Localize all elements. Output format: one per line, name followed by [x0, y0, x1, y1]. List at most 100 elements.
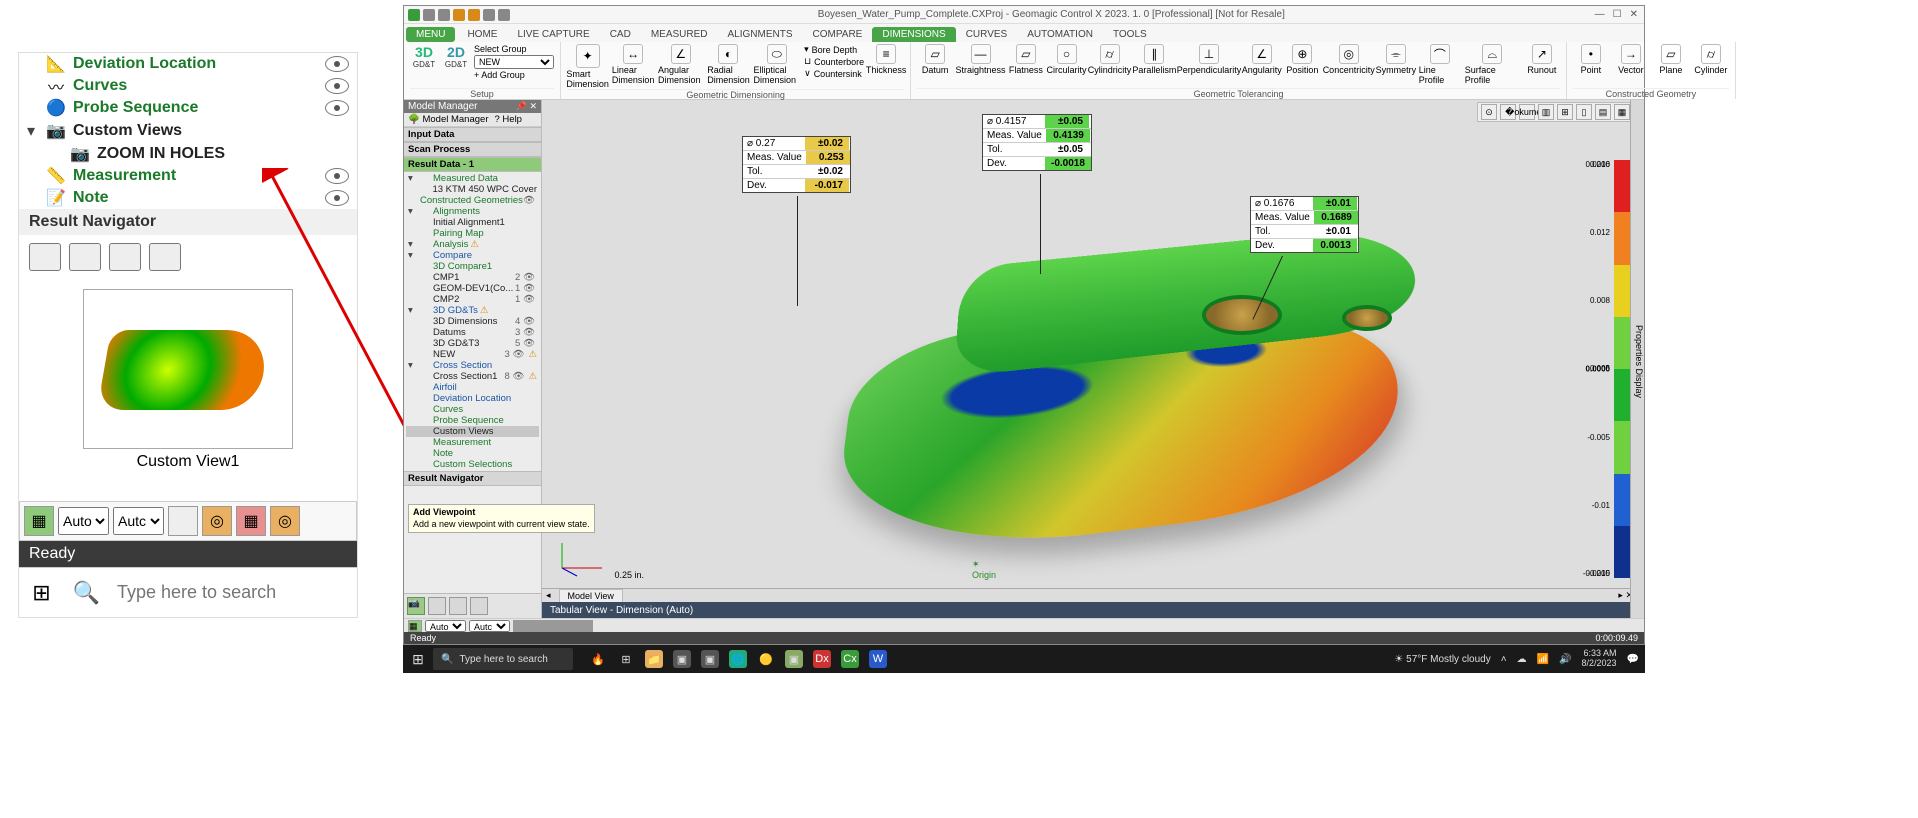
tree-node[interactable]: 3D Compare1 [406, 261, 539, 272]
angular-dimension-button[interactable]: ∠Angular Dimension [658, 44, 703, 85]
tol-straightness-button[interactable]: —Straightness [957, 44, 1004, 75]
tree-node[interactable]: ▾ 3D GD&Ts ⚠ [406, 305, 539, 316]
tray-wifi-icon[interactable]: 📶 [1537, 654, 1549, 665]
app-chrome[interactable]: 🟡 [757, 650, 775, 668]
weather-widget[interactable]: ☀ 57°F Mostly cloudy [1394, 654, 1490, 665]
qa-saveall-icon[interactable] [468, 9, 480, 21]
clock[interactable]: 6:33 AM8/2/2023 [1582, 649, 1617, 669]
thickness-button[interactable]: ≡Thickness [868, 44, 904, 75]
tree-item-note[interactable]: 📝 Note [19, 187, 357, 209]
visibility-toggle-icon[interactable] [325, 100, 349, 116]
auto-select-2[interactable]: Autc [113, 507, 164, 535]
vp-tool[interactable]: �okument [1519, 104, 1535, 120]
section-result-data[interactable]: Result Data - 1 [404, 157, 541, 172]
viewpoint-button-4[interactable] [149, 243, 181, 271]
taskbar-search[interactable]: 🔍 Type here to search [433, 648, 573, 670]
toggle-1[interactable]: ▦ [24, 506, 54, 536]
2d-gdt-button[interactable]: 2DGD&T [442, 44, 470, 69]
tree-node[interactable]: Cross Section1 8 👁⚠ [406, 371, 539, 382]
maximize-button[interactable]: ☐ [1613, 9, 1622, 20]
footer-btn-4[interactable] [470, 597, 488, 615]
tab-cad[interactable]: CAD [600, 27, 641, 42]
vp-tool[interactable]: ▥ [1538, 104, 1554, 120]
vp-tool[interactable]: ▤ [1595, 104, 1611, 120]
vp-tool[interactable]: ⊞ [1557, 104, 1573, 120]
flame-icon[interactable]: 🔥 [589, 650, 607, 668]
app-1[interactable]: ▣ [673, 650, 691, 668]
hole-feature-2[interactable] [1342, 305, 1392, 331]
visibility-toggle-icon[interactable] [325, 190, 349, 206]
countersink-option[interactable]: ∨ Countersink [804, 68, 864, 79]
tab-live-capture[interactable]: LIVE CAPTURE [507, 27, 599, 42]
tab-measured[interactable]: MEASURED [641, 27, 718, 42]
tray-cloud-icon[interactable]: ☁ [1517, 654, 1527, 665]
viewpoint-button-3[interactable] [109, 243, 141, 271]
visibility-toggle-icon[interactable] [325, 56, 349, 72]
tree-node[interactable]: 3D GD&T3 5 👁 [406, 338, 539, 349]
radial-dimension-button[interactable]: ◐Radial Dimension [707, 44, 749, 85]
dimension-callout[interactable]: ⌀ 0.27±0.02Meas. Value0.253Tol.±0.02Dev.… [742, 136, 851, 193]
custom-view-thumbnail[interactable] [83, 289, 293, 449]
app-dx[interactable]: Dx [813, 650, 831, 668]
tree-node[interactable]: Measurement [406, 437, 539, 448]
geo-point-button[interactable]: •Point [1573, 44, 1609, 75]
geo-vector-button[interactable]: →Vector [1613, 44, 1649, 75]
tool-btn-1[interactable] [168, 506, 198, 536]
visibility-toggle-icon[interactable] [325, 78, 349, 94]
tol-runout-button[interactable]: ↗Runout [1524, 44, 1560, 75]
tab-curves[interactable]: CURVES [956, 27, 1018, 42]
tab-prev[interactable]: ◂ [542, 590, 555, 601]
tol-datum-button[interactable]: ▱Datum [917, 44, 953, 75]
elliptical-dimension-button[interactable]: ⬭Elliptical Dimension [754, 44, 801, 85]
tab-menu[interactable]: MENU [406, 27, 455, 42]
tab-compare[interactable]: COMPARE [803, 27, 873, 42]
tray-volume-icon[interactable]: 🔊 [1559, 654, 1571, 665]
qa-redo-icon[interactable] [498, 9, 510, 21]
visibility-toggle-icon[interactable] [325, 168, 349, 184]
app-explorer[interactable]: 📁 [645, 650, 663, 668]
geo-plane-button[interactable]: ▱Plane [1653, 44, 1689, 75]
tree-node[interactable]: Note [406, 448, 539, 459]
mm-tab-model[interactable]: 🌳 Model Manager [408, 114, 488, 125]
3d-model[interactable] [812, 210, 1462, 560]
status-btn[interactable]: ▦ [408, 620, 422, 632]
add-viewpoint-button[interactable]: 📷 [407, 597, 425, 615]
app-2[interactable]: ▣ [701, 650, 719, 668]
linear-dimension-button[interactable]: ↔Linear Dimension [612, 44, 654, 85]
tab-automation[interactable]: AUTOMATION [1017, 27, 1103, 42]
qa-save-icon[interactable] [453, 9, 465, 21]
tree-item-custom-views[interactable]: ▾📷 Custom Views [19, 119, 357, 143]
tol-symmetry-button[interactable]: ⌯Symmetry [1377, 44, 1415, 75]
tree-node[interactable]: Initial Alignment1 [406, 217, 539, 228]
vp-tool[interactable]: ⊙ [1481, 104, 1497, 120]
tree-node[interactable]: Custom Selections [406, 459, 539, 470]
vp-tool[interactable]: ▯ [1576, 104, 1592, 120]
dimension-callout[interactable]: ⌀ 0.1676±0.01Meas. Value0.1689Tol.±0.01D… [1250, 196, 1359, 253]
model-view-tab[interactable]: Model View [559, 589, 623, 603]
qa-new-icon[interactable] [423, 9, 435, 21]
3d-gdt-button[interactable]: 3DGD&T [410, 44, 438, 69]
tab-tools[interactable]: TOOLS [1103, 27, 1157, 42]
custom-view-item[interactable]: Custom View1 [83, 289, 293, 471]
tol-cylindricity-button[interactable]: ⌭Cylindricity [1089, 44, 1130, 75]
smart-dimension-button[interactable]: ✦Smart Dimension [567, 44, 608, 89]
start-button[interactable]: ⊞ [19, 568, 64, 618]
minimize-button[interactable]: — [1595, 9, 1605, 20]
tab-home[interactable]: HOME [457, 27, 507, 42]
origin-marker[interactable]: ✶Origin [972, 559, 996, 580]
tol-circularity-button[interactable]: ○Circularity [1048, 44, 1085, 75]
add-group-button[interactable]: + Add Group [474, 70, 554, 80]
footer-btn-2[interactable] [428, 597, 446, 615]
tree-node[interactable]: Probe Sequence [406, 415, 539, 426]
auto-select-1[interactable]: Auto [58, 507, 109, 535]
tol-concentricity-button[interactable]: ◎Concentricity [1324, 44, 1373, 75]
tree-node[interactable]: Datums 3 👁 [406, 327, 539, 338]
tool-btn-2[interactable]: ◎ [202, 506, 232, 536]
tree-item-zoom-in-holes[interactable]: 📷 ZOOM IN HOLES [19, 143, 357, 165]
search-input[interactable] [109, 569, 357, 617]
tree-node[interactable]: 13 KTM 450 WPC Cover [406, 184, 539, 195]
properties-tab[interactable]: Properties Display [1630, 100, 1644, 618]
tree-node[interactable]: 3D Dimensions 4 👁 [406, 316, 539, 327]
vp-tool[interactable]: ▦ [1614, 104, 1630, 120]
tab-alignments[interactable]: ALIGNMENTS [718, 27, 803, 42]
